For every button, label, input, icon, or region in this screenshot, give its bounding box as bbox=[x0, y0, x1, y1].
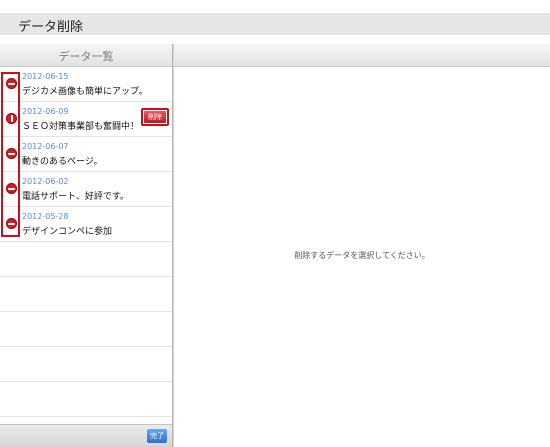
sidebar-footer: 完了 bbox=[0, 424, 172, 447]
empty-row bbox=[0, 277, 172, 312]
instruction-message: 削除するデータを選択してください。 bbox=[294, 251, 430, 260]
empty-row bbox=[0, 347, 172, 382]
item-date: 2012-06-07 bbox=[22, 142, 69, 151]
sidebar: データ一覧 2012-06-15 デジカメ画像も簡単にアップ。 2012-06-… bbox=[0, 44, 173, 447]
item-text: デジカメ画像も簡単にアップ。 bbox=[22, 87, 148, 97]
list-item[interactable]: 2012-06-07 動きのあるページ。 bbox=[0, 137, 172, 172]
empty-row bbox=[0, 312, 172, 347]
delete-icons-highlight bbox=[1, 72, 20, 237]
list-item[interactable]: 2012-06-02 電話サポート、好評です。 bbox=[0, 172, 172, 207]
empty-row bbox=[0, 242, 172, 277]
main-header bbox=[174, 44, 550, 67]
sidebar-header: データ一覧 bbox=[0, 44, 172, 67]
done-button[interactable]: 完了 bbox=[147, 429, 167, 443]
page-title: データ削除 bbox=[18, 20, 84, 35]
delete-button-label[interactable]: 削除 bbox=[144, 111, 166, 123]
item-date: 2012-06-15 bbox=[22, 72, 69, 81]
sidebar-title: データ一覧 bbox=[58, 50, 114, 63]
list-item[interactable]: 2012-06-15 デジカメ画像も簡単にアップ。 bbox=[0, 67, 172, 102]
empty-row bbox=[0, 382, 172, 417]
list-item[interactable]: 2012-05-28 デザインコンペに参加 bbox=[0, 207, 172, 242]
item-date: 2012-06-09 bbox=[22, 107, 69, 116]
item-text: 動きのあるページ。 bbox=[22, 157, 103, 167]
item-text: デザインコンペに参加 bbox=[22, 227, 113, 237]
delete-button[interactable]: 削除 bbox=[141, 108, 169, 126]
item-date: 2012-05-28 bbox=[22, 212, 69, 221]
main-panel: 削除するデータを選択してください。 bbox=[173, 44, 550, 447]
title-bar: データ削除 bbox=[0, 13, 550, 35]
item-text: ＳＥＯ対策事業部も奮闘中！ bbox=[22, 122, 140, 132]
item-text: 電話サポート、好評です。 bbox=[22, 192, 129, 202]
item-date: 2012-06-02 bbox=[22, 177, 69, 186]
